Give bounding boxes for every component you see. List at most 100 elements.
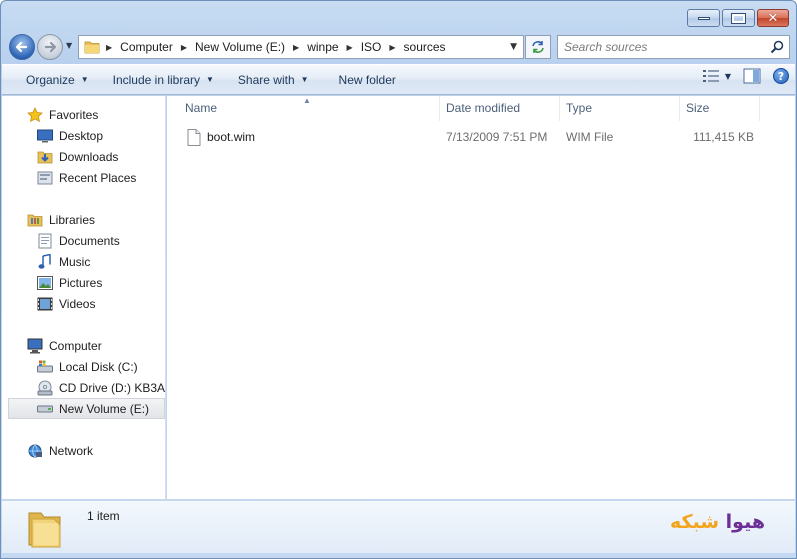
downloads-folder-icon xyxy=(37,149,53,165)
close-icon: ✕ xyxy=(767,10,779,26)
breadcrumb-separator-icon[interactable]: ▶ xyxy=(106,43,112,52)
star-icon xyxy=(27,106,43,123)
nav-item-label: CD Drive (D:) KB3AIK_EN xyxy=(59,380,165,395)
organize-label: Organize xyxy=(26,72,75,87)
watermark-part1: هیوا xyxy=(725,511,765,533)
search-box[interactable] xyxy=(557,35,790,59)
recent-pages-dropdown-icon[interactable]: ▼ xyxy=(66,41,76,51)
breadcrumb-separator-icon[interactable]: ▶ xyxy=(293,43,299,52)
breadcrumb: ▶ Computer ▶ New Volume (E:) ▶ winpe ▶ I… xyxy=(106,40,454,54)
nav-item-label: Music xyxy=(59,254,91,269)
include-in-library-button[interactable]: Include in library ▼ xyxy=(103,68,224,92)
address-dropdown-icon[interactable]: ▼ xyxy=(510,42,517,52)
computer-icon xyxy=(27,338,43,354)
minimize-icon xyxy=(697,16,710,20)
toolbar-right: ▼ ? xyxy=(702,68,789,84)
nav-item-label: Local Disk (C:) xyxy=(59,359,138,374)
preview-pane-icon[interactable] xyxy=(743,68,761,84)
minimize-button[interactable] xyxy=(687,9,720,27)
back-button[interactable] xyxy=(9,34,35,60)
new-folder-button[interactable]: New folder xyxy=(329,68,406,92)
organize-button[interactable]: Organize ▼ xyxy=(16,68,99,92)
folder-icon xyxy=(28,512,61,548)
change-view-button[interactable]: ▼ xyxy=(702,70,731,82)
breadcrumb-iso[interactable]: ISO xyxy=(361,40,382,54)
column-header-size[interactable]: Size xyxy=(680,96,760,121)
breadcrumb-computer[interactable]: Computer xyxy=(120,40,173,54)
file-name-cell[interactable]: boot.wim xyxy=(167,125,440,149)
table-row[interactable]: boot.wim 7/13/2009 7:51 PM WIM File 111,… xyxy=(167,125,795,149)
windows-drive-icon xyxy=(37,359,53,375)
close-button[interactable]: ✕ xyxy=(757,9,789,27)
chevron-down-icon: ▼ xyxy=(206,75,214,84)
recent-places-icon xyxy=(37,170,53,186)
column-header-name[interactable]: ▲ Name xyxy=(167,96,440,121)
back-arrow-icon xyxy=(15,41,28,53)
file-date-modified: 7/13/2009 7:51 PM xyxy=(446,130,548,144)
breadcrumb-sources[interactable]: sources xyxy=(404,40,446,54)
nav-item-documents[interactable]: Documents xyxy=(2,230,165,251)
breadcrumb-winpe[interactable]: winpe xyxy=(307,40,338,54)
breadcrumb-separator-icon[interactable]: ▶ xyxy=(181,43,187,52)
nav-libraries[interactable]: Libraries xyxy=(2,209,165,230)
share-with-label: Share with xyxy=(237,72,295,87)
search-input[interactable] xyxy=(564,40,764,54)
column-header-label: Name xyxy=(185,101,218,115)
maximize-button[interactable] xyxy=(722,9,755,27)
nav-item-videos[interactable]: Videos xyxy=(2,293,165,314)
column-header-date-modified[interactable]: Date modified xyxy=(440,96,560,121)
folder-icon xyxy=(84,41,100,54)
nav-item-label: Desktop xyxy=(59,128,104,143)
pictures-icon xyxy=(37,275,53,291)
file-list: ▲ Name Date modified Type Size boot.wim xyxy=(167,96,795,499)
breadcrumb-separator-icon[interactable]: ▶ xyxy=(347,43,353,52)
refresh-button[interactable] xyxy=(525,35,551,59)
breadcrumb-new-volume[interactable]: New Volume (E:) xyxy=(195,40,285,54)
column-header-label: Type xyxy=(566,101,593,115)
documents-icon xyxy=(37,233,53,249)
explorer-window: ✕ ▼ ▶ Computer ▶ New Volume (E:) ▶ winpe… xyxy=(0,0,797,559)
column-header-type[interactable]: Type xyxy=(560,96,680,121)
nav-favorites-label: Favorites xyxy=(49,107,99,122)
refresh-icon xyxy=(532,41,544,53)
nav-item-label: Recent Places xyxy=(59,170,137,185)
network-icon xyxy=(27,443,43,459)
nav-network[interactable]: Network xyxy=(2,440,165,461)
nav-item-recent-places[interactable]: Recent Places xyxy=(2,167,165,188)
desktop-icon xyxy=(37,128,53,144)
nav-item-label: New Volume (E:) xyxy=(59,401,150,416)
nav-item-music[interactable]: Music xyxy=(2,251,165,272)
nav-item-local-disk[interactable]: Local Disk (C:) xyxy=(2,356,165,377)
nav-item-pictures[interactable]: Pictures xyxy=(2,272,165,293)
watermark-part2: شبکه xyxy=(670,511,720,533)
nav-item-new-volume[interactable]: New Volume (E:) xyxy=(8,398,165,419)
command-bar: Organize ▼ Include in library ▼ Share wi… xyxy=(2,64,795,95)
drive-icon xyxy=(37,401,53,417)
nav-item-desktop[interactable]: Desktop xyxy=(2,125,165,146)
column-header-label: Date modified xyxy=(446,101,521,115)
chevron-down-icon: ▼ xyxy=(80,75,89,84)
videos-icon xyxy=(37,296,53,312)
nav-computer-label: Computer xyxy=(49,338,102,353)
details-pane: 1 item هیوا شبکه xyxy=(2,500,795,553)
search-icon[interactable] xyxy=(770,40,784,54)
nav-item-cd-drive[interactable]: CD Drive (D:) KB3AIK_EN xyxy=(2,377,165,398)
chevron-down-icon[interactable]: ▼ xyxy=(725,72,731,81)
nav-computer[interactable]: Computer xyxy=(2,335,165,356)
new-folder-label: New folder xyxy=(338,72,396,87)
column-header-label: Size xyxy=(686,101,710,115)
nav-libraries-label: Libraries xyxy=(49,212,96,227)
forward-button[interactable] xyxy=(37,34,63,60)
help-icon[interactable]: ? xyxy=(773,68,789,84)
file-name: boot.wim xyxy=(207,130,256,144)
music-icon xyxy=(37,253,53,270)
caption-buttons: ✕ xyxy=(687,9,789,27)
nav-favorites[interactable]: Favorites xyxy=(2,104,165,125)
cd-drive-icon xyxy=(37,380,53,396)
file-size: 111,415 KB xyxy=(693,130,754,144)
navigation-pane: Favorites Desktop Downloads Recent Place… xyxy=(2,96,166,499)
nav-item-downloads[interactable]: Downloads xyxy=(2,146,165,167)
address-bar[interactable]: ▶ Computer ▶ New Volume (E:) ▶ winpe ▶ I… xyxy=(78,35,524,59)
breadcrumb-separator-icon[interactable]: ▶ xyxy=(389,43,395,52)
nav-network-label: Network xyxy=(49,443,94,458)
